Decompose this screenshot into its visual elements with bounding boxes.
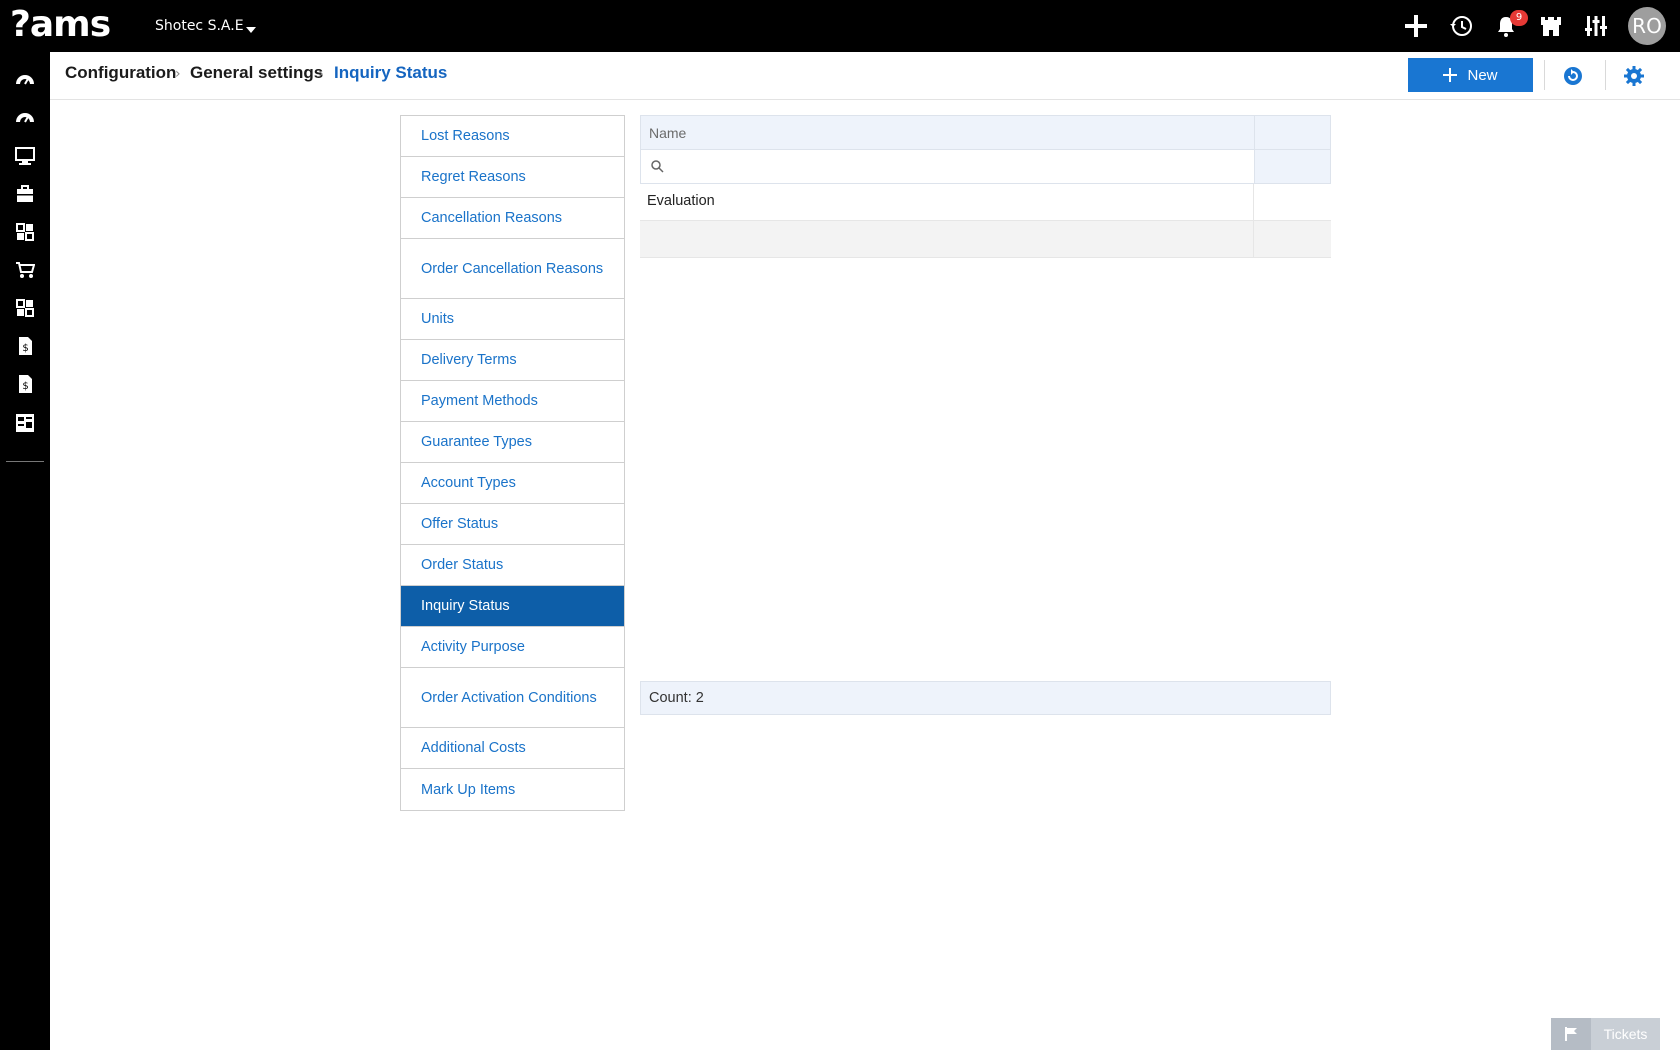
- chevron-down-icon[interactable]: [246, 27, 256, 33]
- history-icon[interactable]: [1447, 12, 1475, 40]
- notification-badge: 9: [1510, 10, 1528, 26]
- grid-count: Count: 2: [640, 681, 1331, 715]
- menu-item-cancellation-reasons[interactable]: Cancellation Reasons: [401, 198, 624, 239]
- menu-item-inquiry-status[interactable]: Inquiry Status: [401, 586, 624, 627]
- tickets-button[interactable]: Tickets: [1551, 1018, 1660, 1050]
- grid-filter-row: [640, 150, 1331, 184]
- menu-item-additional-costs[interactable]: Additional Costs: [401, 728, 624, 769]
- search-icon: [651, 160, 664, 173]
- app-logo[interactable]: ?ams: [10, 5, 111, 45]
- castle-icon[interactable]: [1537, 12, 1565, 40]
- toolbar-divider: [1605, 60, 1606, 90]
- modules-icon[interactable]: [13, 220, 37, 244]
- menu-item-order-activation-conditions[interactable]: Order Activation Conditions: [401, 668, 624, 728]
- filter-actions-cell: [1255, 150, 1330, 183]
- breadcrumb-general-settings[interactable]: General settings: [190, 63, 323, 83]
- menu-item-payment-methods[interactable]: Payment Methods: [401, 381, 624, 422]
- menu-item-offer-status[interactable]: Offer Status: [401, 504, 624, 545]
- add-icon[interactable]: [1402, 12, 1430, 40]
- toolbar-divider: [1544, 60, 1545, 90]
- breadcrumb-separator-icon: ›: [318, 66, 324, 82]
- grid-header: Name: [640, 115, 1331, 150]
- data-grid: Name Evaluation: [640, 115, 1331, 258]
- briefcase-icon[interactable]: [13, 182, 37, 206]
- page-header: Configuration › General settings › Inqui…: [50, 52, 1680, 100]
- cell-name: Evaluation: [640, 184, 1254, 220]
- menu-item-units[interactable]: Units: [401, 299, 624, 340]
- plus-icon: [1443, 68, 1458, 82]
- name-filter-input[interactable]: [669, 156, 1239, 178]
- new-button-label: New: [1467, 66, 1498, 84]
- cell-actions: [1254, 221, 1331, 257]
- table-row[interactable]: Evaluation: [640, 184, 1331, 221]
- sidebar-divider: [6, 461, 44, 462]
- flag-icon: [1551, 1018, 1591, 1050]
- table-row[interactable]: [640, 221, 1331, 258]
- svg-text:$: $: [22, 343, 28, 354]
- cell-actions: [1254, 184, 1331, 220]
- menu-item-regret-reasons[interactable]: Regret Reasons: [401, 157, 624, 198]
- modules-alt-icon[interactable]: [13, 296, 37, 320]
- reports-icon[interactable]: [13, 411, 37, 435]
- menu-item-activity-purpose[interactable]: Activity Purpose: [401, 627, 624, 668]
- menu-item-account-types[interactable]: Account Types: [401, 463, 624, 504]
- menu-item-delivery-terms[interactable]: Delivery Terms: [401, 340, 624, 381]
- cart-icon[interactable]: [13, 258, 37, 282]
- refresh-icon[interactable]: [1561, 64, 1585, 88]
- tickets-label: Tickets: [1603, 1026, 1648, 1042]
- invoice-icon[interactable]: $: [13, 334, 37, 358]
- monitor-icon[interactable]: [13, 144, 37, 168]
- sidebar: $ $: [0, 52, 50, 1050]
- cell-name: [640, 221, 1254, 257]
- sliders-icon[interactable]: [1582, 12, 1610, 40]
- menu-item-order-status[interactable]: Order Status: [401, 545, 624, 586]
- svg-text:$: $: [22, 381, 28, 392]
- new-button[interactable]: New: [1408, 58, 1533, 92]
- breadcrumb-separator-icon: ›: [175, 66, 181, 82]
- invoice-alt-icon[interactable]: $: [13, 372, 37, 396]
- company-selector[interactable]: Shotec S.A.E: [155, 18, 244, 34]
- column-header-name[interactable]: Name: [641, 116, 1255, 149]
- gear-icon[interactable]: [1622, 64, 1646, 88]
- column-header-actions: [1255, 116, 1330, 149]
- menu-item-guarantee-types[interactable]: Guarantee Types: [401, 422, 624, 463]
- menu-item-mark-up-items[interactable]: Mark Up Items: [401, 769, 624, 810]
- page-title: Inquiry Status: [334, 63, 448, 82]
- breadcrumb-configuration[interactable]: Configuration: [65, 63, 176, 83]
- menu-item-lost-reasons[interactable]: Lost Reasons: [401, 116, 624, 157]
- settings-menu: Lost Reasons Regret Reasons Cancellation…: [400, 115, 625, 811]
- menu-item-order-cancellation-reasons[interactable]: Order Cancellation Reasons: [401, 239, 624, 299]
- top-bar: ?ams Shotec S.A.E 9 RO: [0, 0, 1680, 52]
- dashboard-icon[interactable]: [13, 68, 37, 92]
- avatar[interactable]: RO: [1628, 7, 1666, 45]
- dashboard-alt-icon[interactable]: [13, 106, 37, 130]
